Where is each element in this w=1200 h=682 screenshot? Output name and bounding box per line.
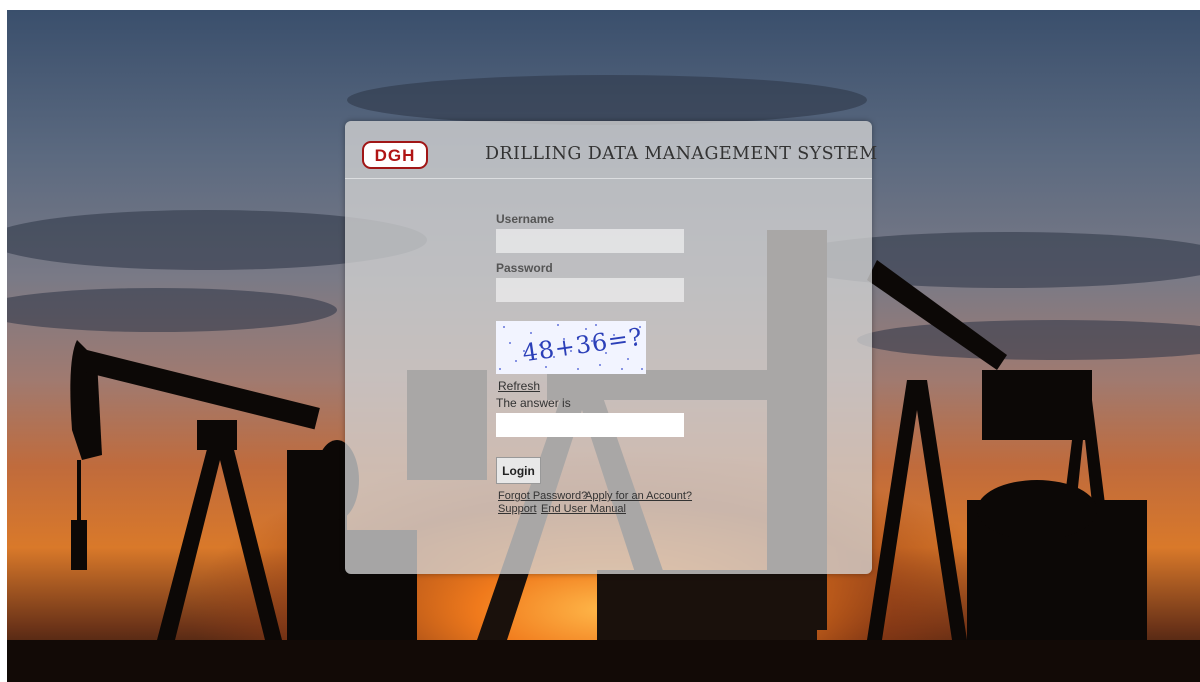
refresh-captcha-link[interactable]: Refresh [498,379,540,393]
username-label: Username [496,212,555,226]
support-link[interactable]: Support [498,503,537,515]
panel-header: DGH DRILLING DATA MANAGEMENT SYSTEM [345,121,877,179]
login-panel: DGH DRILLING DATA MANAGEMENT SYSTEM User… [345,121,877,574]
captcha-image: 48+36=? [496,321,646,374]
captcha-answer-input[interactable] [496,413,684,437]
apply-account-link[interactable]: Apply for an Account? [585,490,692,502]
forgot-password-link[interactable]: Forgot Password? [498,490,587,502]
password-label: Password [496,261,553,275]
page-title: DRILLING DATA MANAGEMENT SYSTEM [485,144,878,164]
user-manual-link[interactable]: End User Manual [541,503,626,515]
password-input[interactable] [496,278,684,302]
login-button[interactable]: Login [496,457,541,484]
dgh-logo: DGH [362,141,428,169]
username-input[interactable] [496,229,684,253]
logo-text: DGH [374,145,416,165]
answer-label: The answer is [496,396,571,410]
